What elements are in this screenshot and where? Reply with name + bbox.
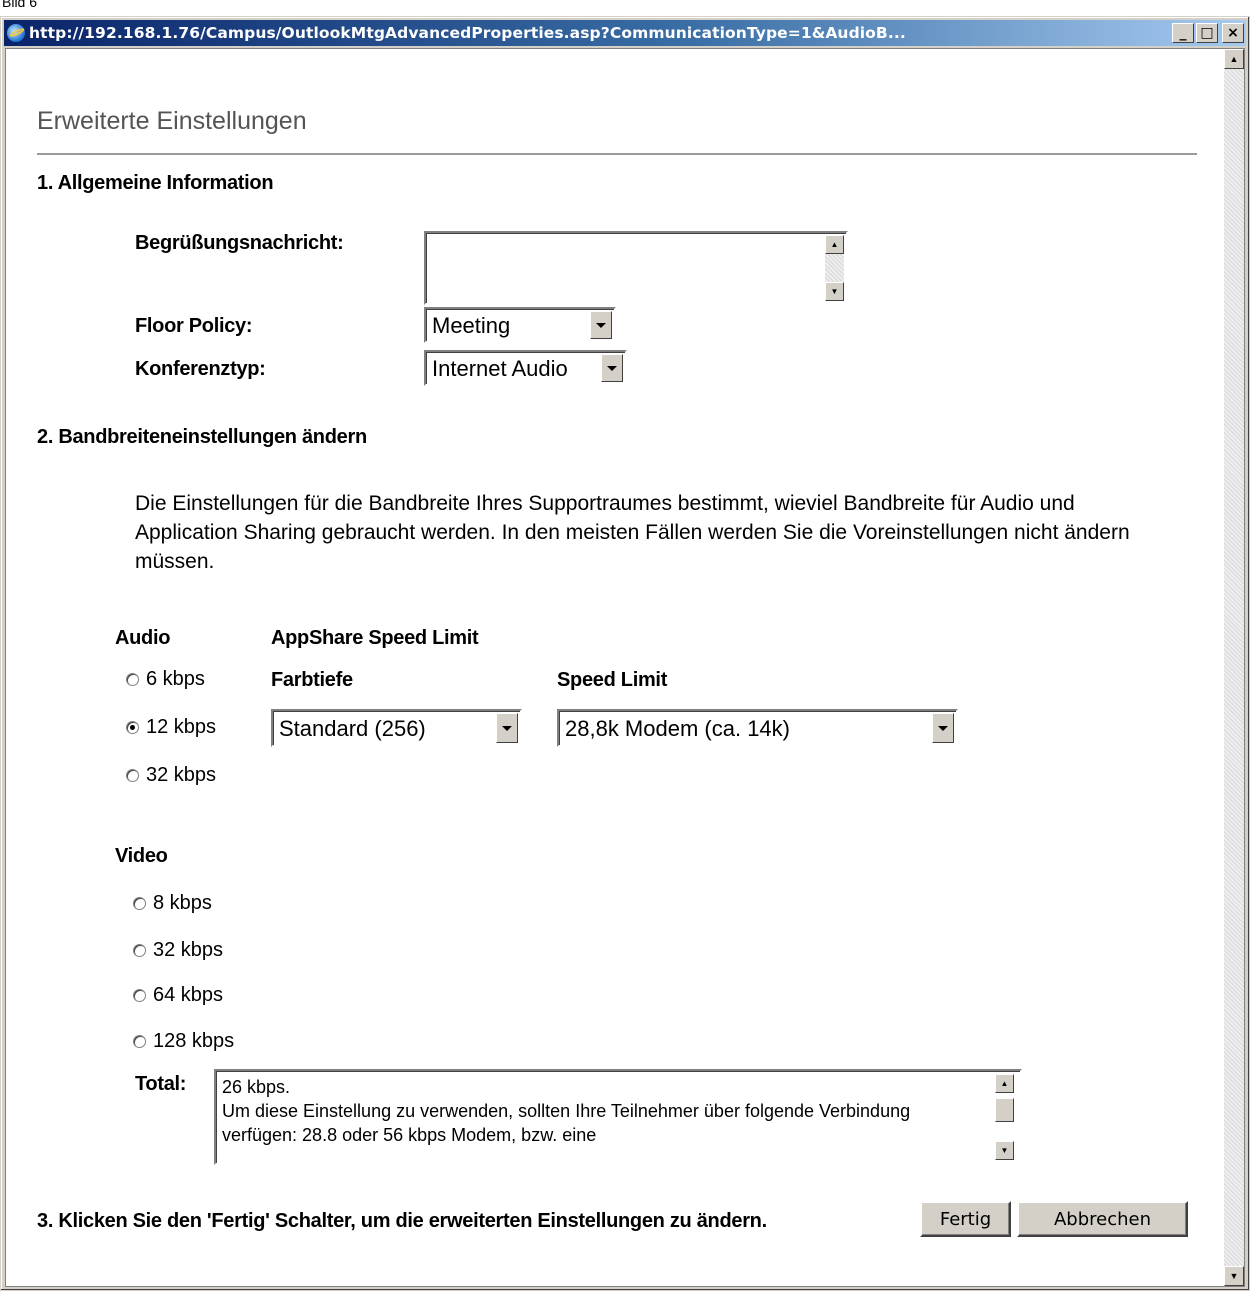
video-option-label: 64 kbps <box>153 984 224 1006</box>
maximize-icon: □ <box>1200 25 1214 41</box>
video-option-label: 32 kbps <box>153 939 224 961</box>
total-label: Total: <box>135 1073 187 1095</box>
audio-option-32[interactable]: 32 kbps <box>126 764 216 787</box>
floor-policy-label: Floor Policy: <box>135 315 253 337</box>
radio-icon[interactable] <box>133 944 146 957</box>
ie-icon <box>7 24 25 42</box>
video-label: Video <box>115 845 168 867</box>
section-3-instruction: 3. Klicken Sie den 'Fertig' Schalter, um… <box>37 1210 767 1232</box>
audio-label: Audio <box>115 627 171 649</box>
total-textarea[interactable]: 26 kbps. Um diese Einstellung zu verwend… <box>214 1069 1022 1165</box>
dropdown-arrow-icon[interactable] <box>590 311 612 339</box>
audio-option-label: 6 kbps <box>146 668 205 690</box>
floor-policy-select[interactable]: Meeting <box>424 307 616 343</box>
scroll-down-arrow-icon[interactable]: ▼ <box>1224 1266 1244 1286</box>
scroll-down-arrow-icon[interactable]: ▼ <box>995 1141 1014 1160</box>
window-title: http://192.168.1.76/Campus/OutlookMtgAdv… <box>29 24 906 42</box>
conference-type-label: Konferenztyp: <box>135 358 266 380</box>
speed-limit-label: Speed Limit <box>557 669 668 691</box>
minimize-icon: _ <box>1179 25 1187 41</box>
title-divider <box>37 153 1197 155</box>
figure-caption: Bild 6 <box>2 0 38 10</box>
speed-limit-select[interactable]: 28,8k Modem (ca. 14k) <box>557 709 958 747</box>
total-text: 26 kbps. Um diese Einstellung zu verwend… <box>222 1077 911 1145</box>
dropdown-arrow-icon[interactable] <box>601 354 623 382</box>
greeting-scrollbar[interactable]: ▲ ▼ <box>825 235 844 301</box>
video-option-label: 128 kbps <box>153 1030 235 1052</box>
section-1-title: 1. Allgemeine Information <box>37 172 274 194</box>
speed-limit-value: 28,8k Modem (ca. 14k) <box>565 716 790 741</box>
radio-icon[interactable] <box>133 989 146 1002</box>
video-option-128[interactable]: 128 kbps <box>133 1030 234 1053</box>
maximize-button[interactable]: □ <box>1196 23 1218 43</box>
total-scrollbar[interactable]: ▲ ▼ <box>995 1074 1014 1160</box>
scroll-track[interactable] <box>825 254 844 282</box>
cancel-button[interactable]: Abbrechen <box>1017 1201 1188 1237</box>
color-depth-value: Standard (256) <box>279 716 426 741</box>
color-depth-select[interactable]: Standard (256) <box>271 709 522 747</box>
window-titlebar[interactable]: http://192.168.1.76/Campus/OutlookMtgAdv… <box>4 20 1246 46</box>
scroll-down-arrow-icon[interactable]: ▼ <box>825 282 844 301</box>
audio-option-12[interactable]: 12 kbps <box>126 716 216 739</box>
greeting-textarea[interactable]: ▲ ▼ <box>424 231 848 305</box>
bandwidth-description: Die Einstellungen für die Bandbreite Ihr… <box>135 492 1130 573</box>
video-option-32[interactable]: 32 kbps <box>133 939 223 962</box>
section-2-title: 2. Bandbreiteneinstellungen ändern <box>37 426 367 448</box>
audio-option-label: 32 kbps <box>146 764 217 786</box>
dropdown-arrow-icon[interactable] <box>932 713 954 743</box>
radio-icon[interactable] <box>126 721 139 734</box>
browser-popup-window: http://192.168.1.76/Campus/OutlookMtgAdv… <box>0 16 1250 1291</box>
video-option-8[interactable]: 8 kbps <box>133 892 212 915</box>
radio-icon[interactable] <box>126 769 139 782</box>
scroll-up-arrow-icon[interactable]: ▲ <box>1224 49 1244 69</box>
appshare-label: AppShare Speed Limit <box>271 627 479 649</box>
close-button[interactable]: × <box>1222 23 1244 43</box>
video-option-64[interactable]: 64 kbps <box>133 984 223 1007</box>
close-icon: × <box>1227 25 1239 41</box>
scroll-thumb[interactable] <box>995 1098 1014 1122</box>
dropdown-arrow-icon[interactable] <box>496 713 518 743</box>
greeting-label: Begrüßungsnachricht: <box>135 232 344 254</box>
page-title: Erweiterte Einstellungen <box>37 107 307 135</box>
conference-type-select[interactable]: Internet Audio <box>424 350 627 386</box>
minimize-button[interactable]: _ <box>1172 23 1194 43</box>
scroll-up-arrow-icon[interactable]: ▲ <box>825 235 844 254</box>
radio-icon[interactable] <box>133 897 146 910</box>
color-depth-label: Farbtiefe <box>271 669 353 691</box>
audio-option-label: 12 kbps <box>146 716 217 738</box>
audio-option-6[interactable]: 6 kbps <box>126 668 205 691</box>
video-option-label: 8 kbps <box>153 892 212 914</box>
floor-policy-value: Meeting <box>432 313 511 338</box>
scroll-up-arrow-icon[interactable]: ▲ <box>995 1074 1014 1093</box>
done-button[interactable]: Fertig <box>920 1201 1011 1237</box>
conference-type-value: Internet Audio <box>432 356 568 381</box>
page-content: ▲ ▼ Erweiterte Einstellungen 1. Allgemei… <box>5 48 1245 1287</box>
page-scrollbar[interactable]: ▲ ▼ <box>1224 49 1244 1286</box>
radio-icon[interactable] <box>133 1035 146 1048</box>
radio-icon[interactable] <box>126 673 139 686</box>
